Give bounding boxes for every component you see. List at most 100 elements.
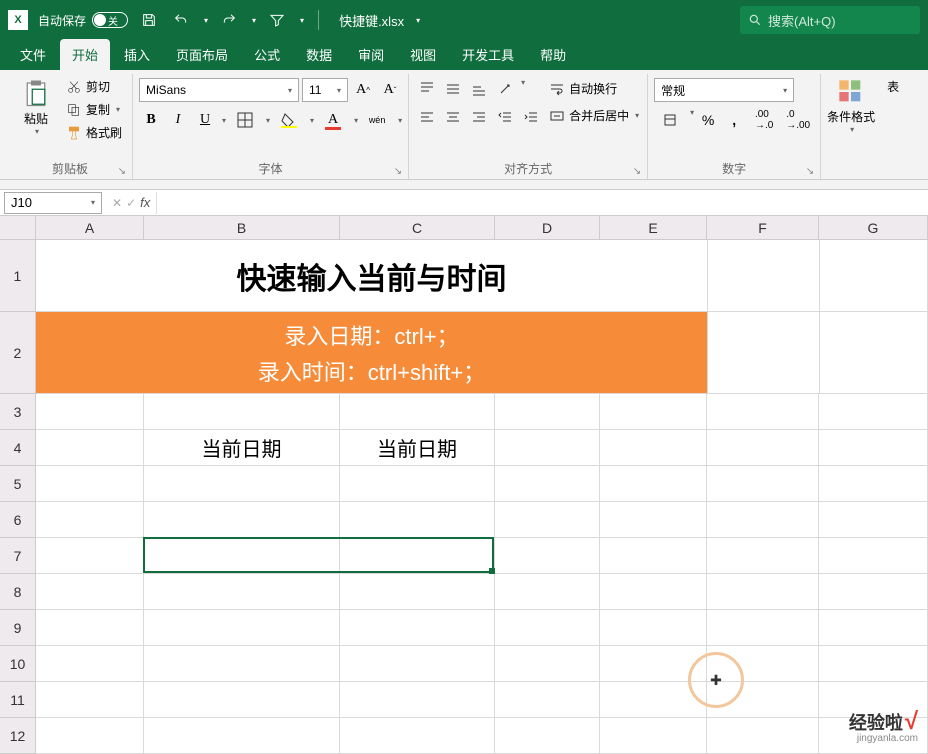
cell-instructions-merged[interactable]: 录入日期：ctrl+； 录入时间：ctrl+shift+； [36,312,708,394]
cell-E5[interactable] [600,466,707,502]
merge-center-button[interactable]: 合并后居中▾ [547,105,641,126]
comma-button[interactable]: , [722,108,746,132]
number-format-select[interactable]: 常规▾ [654,78,794,102]
phonetic-button[interactable]: wén [361,108,393,132]
cell-G8[interactable] [819,574,928,610]
cell-D3[interactable] [495,394,600,430]
cell-B11[interactable] [144,682,340,718]
align-left-button[interactable] [415,106,439,128]
decrease-indent-button[interactable] [493,106,517,128]
col-header-D[interactable]: D [495,216,600,240]
cell-E4[interactable] [600,430,707,466]
row-header-9[interactable]: 9 [0,610,36,646]
cell-E6[interactable] [600,502,707,538]
filter-dropdown[interactable]: ▾ [300,16,304,25]
cell-D10[interactable] [495,646,600,682]
cell-C5[interactable] [340,466,495,502]
cell-G2[interactable] [820,312,928,394]
cell-C10[interactable] [340,646,495,682]
cancel-formula-button[interactable]: ✕ [112,196,122,210]
align-center-button[interactable] [441,106,465,128]
col-header-F[interactable]: F [707,216,819,240]
cell-B4[interactable]: 当前日期 [144,430,340,466]
cell-A11[interactable] [36,682,144,718]
cell-A4[interactable] [36,430,144,466]
cell-A9[interactable] [36,610,144,646]
cell-C11[interactable] [340,682,495,718]
format-painter-button[interactable]: 格式刷 [62,122,126,143]
cell-C12[interactable] [340,718,495,754]
select-all-corner[interactable] [0,216,36,240]
cell-F1[interactable] [708,240,819,312]
row-header-12[interactable]: 12 [0,718,36,754]
save-icon[interactable] [138,9,160,31]
cell-B12[interactable] [144,718,340,754]
cell-C3[interactable] [340,394,495,430]
cell-C4[interactable]: 当前日期 [340,430,495,466]
tab-view[interactable]: 视图 [398,39,448,70]
cell-E7[interactable] [600,538,707,574]
cell-C6[interactable] [340,502,495,538]
cell-F3[interactable] [707,394,819,430]
cell-D7[interactable] [495,538,600,574]
tab-pagelayout[interactable]: 页面布局 [164,39,240,70]
increase-indent-button[interactable] [519,106,543,128]
increase-font-button[interactable]: A^ [351,78,375,102]
row-header-10[interactable]: 10 [0,646,36,682]
decrease-font-button[interactable]: Aˇ [378,78,402,102]
col-header-B[interactable]: B [144,216,340,240]
cell-D12[interactable] [495,718,600,754]
cell-E11[interactable] [600,682,707,718]
cell-A5[interactable] [36,466,144,502]
col-header-A[interactable]: A [36,216,144,240]
cell-F9[interactable] [707,610,819,646]
cell-F11[interactable] [707,682,819,718]
tab-data[interactable]: 数据 [294,39,344,70]
tab-insert[interactable]: 插入 [112,39,162,70]
col-header-E[interactable]: E [600,216,707,240]
font-launcher[interactable]: ↘ [394,166,402,177]
cell-A7[interactable] [36,538,144,574]
tab-home[interactable]: 开始 [60,39,110,70]
row-header-5[interactable]: 5 [0,466,36,502]
number-launcher[interactable]: ↘ [806,166,814,177]
align-right-button[interactable] [467,106,491,128]
align-top-button[interactable] [415,78,439,100]
tab-developer[interactable]: 开发工具 [450,39,526,70]
redo-icon[interactable] [218,9,240,31]
cell-F7[interactable] [707,538,819,574]
col-header-C[interactable]: C [340,216,495,240]
cut-button[interactable]: 剪切 [62,76,126,97]
cell-F2[interactable] [708,312,819,394]
underline-button[interactable]: U [193,108,217,132]
row-header-1[interactable]: 1 [0,240,36,312]
cell-D4[interactable] [495,430,600,466]
cell-B5[interactable] [144,466,340,502]
cell-B6[interactable] [144,502,340,538]
cell-G5[interactable] [819,466,928,502]
cell-A10[interactable] [36,646,144,682]
font-color-button[interactable]: A [317,108,349,132]
toggle-switch[interactable]: 关 [92,12,128,28]
filename-dropdown[interactable]: ▾ [416,16,420,25]
filename[interactable]: 快捷键.xlsx [339,11,404,30]
name-box[interactable]: J10▾ [4,192,102,214]
cell-B3[interactable] [144,394,340,430]
insert-function-button[interactable]: fx [140,195,150,210]
align-middle-button[interactable] [441,78,465,100]
cell-D11[interactable] [495,682,600,718]
cell-E3[interactable] [600,394,707,430]
cell-D5[interactable] [495,466,600,502]
align-bottom-button[interactable] [467,78,491,100]
cell-D6[interactable] [495,502,600,538]
redo-dropdown[interactable]: ▾ [252,16,256,25]
autosave-toggle[interactable]: 自动保存 关 [38,12,128,29]
cell-G10[interactable] [819,646,928,682]
cell-E9[interactable] [600,610,707,646]
font-size-select[interactable]: 11▾ [302,78,348,102]
undo-dropdown[interactable]: ▾ [204,16,208,25]
cell-B9[interactable] [144,610,340,646]
cell-E8[interactable] [600,574,707,610]
cell-E12[interactable] [600,718,707,754]
cell-F10[interactable] [707,646,819,682]
